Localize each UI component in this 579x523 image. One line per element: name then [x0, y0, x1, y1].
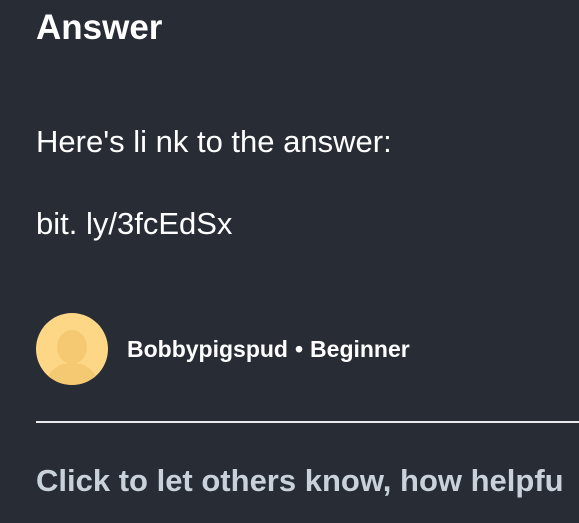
user-avatar-icon[interactable]: [36, 313, 108, 385]
avatar-silhouette: [46, 330, 98, 385]
answer-heading: Answer: [36, 8, 163, 47]
answer-link-text: bit. ly/3fcEdSx: [36, 206, 233, 241]
answer-text-line-1: Here's li nk to the answer:: [36, 124, 392, 159]
author-info: Bobbypigspud • Beginner: [36, 313, 410, 385]
rate-helpfulness-prompt[interactable]: Click to let others know, how helpfu: [36, 462, 564, 500]
author-name[interactable]: Bobbypigspud: [127, 336, 288, 362]
author-meta: Bobbypigspud • Beginner: [127, 336, 410, 363]
author-rank: Beginner: [310, 335, 410, 362]
divider: [36, 421, 579, 423]
separator-dot: •: [294, 335, 304, 362]
